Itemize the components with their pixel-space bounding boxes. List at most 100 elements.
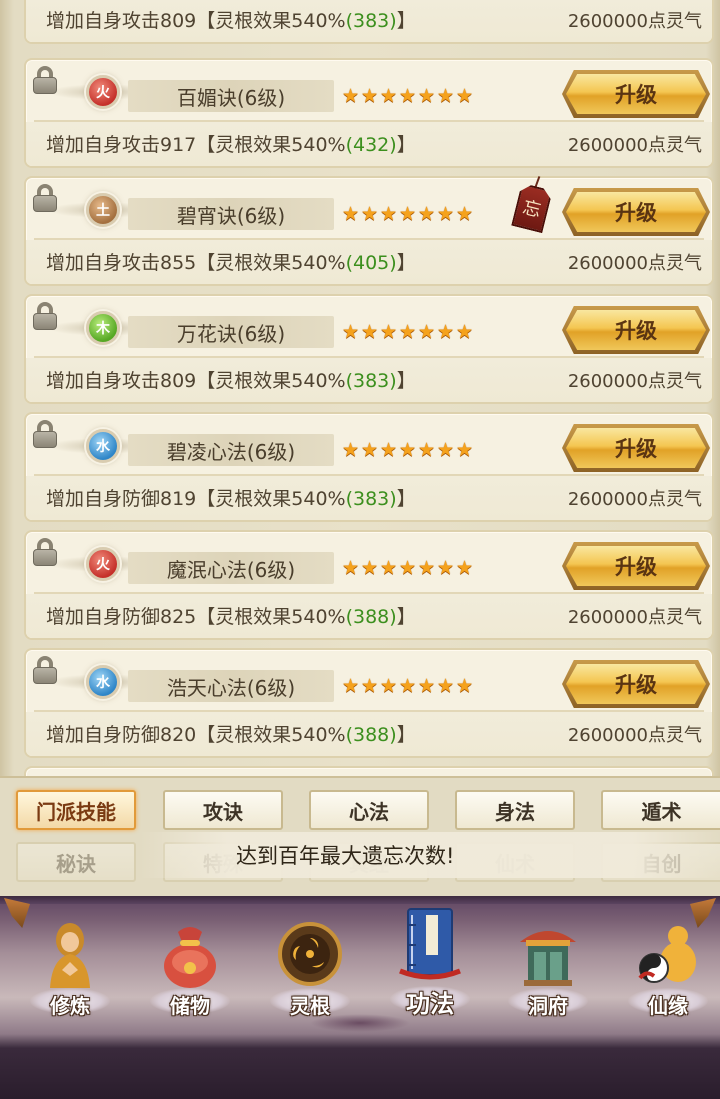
tab-escape[interactable]: 遁术 xyxy=(601,790,720,830)
pavilion-icon xyxy=(520,931,576,986)
star-icon: ★ xyxy=(342,321,360,343)
upgrade-cost: 2600000点灵气 xyxy=(567,253,702,274)
star-icon: ★ xyxy=(399,675,417,697)
tab-secret[interactable]: 秘诀 xyxy=(16,842,136,882)
fire-element-icon: 火 xyxy=(86,75,120,109)
star-icon: ★ xyxy=(437,557,455,579)
earth-element-icon: 土 xyxy=(86,193,120,227)
upgrade-cost: 2600000点灵气 xyxy=(567,135,702,156)
forget-tag-icon[interactable]: 忘 xyxy=(510,176,554,236)
upgrade-button[interactable]: 升级 xyxy=(566,664,706,704)
skill-effect-text: 增加自身攻击809【灵根效果540%(383)】 xyxy=(46,370,416,392)
skill-effect-text: 增加自身防御825【灵根效果540%(388)】 xyxy=(46,606,416,628)
lock-icon xyxy=(32,302,58,330)
star-icon: ★ xyxy=(399,439,417,461)
skill-effect-text: 增加自身攻击855【灵根效果540%(405)】 xyxy=(46,252,416,274)
skill-effect-text: 增加自身攻击917【灵根效果540%(432)】 xyxy=(46,134,416,156)
star-icon: ★ xyxy=(437,85,455,107)
skill-name: 浩天心法(6级) xyxy=(128,670,334,702)
meditating-figure-icon xyxy=(50,923,90,988)
tab-mind[interactable]: 心法 xyxy=(309,790,429,830)
skill-name: 百媚诀(6级) xyxy=(128,80,334,112)
water-element-icon: 水 xyxy=(86,429,120,463)
star-icon: ★ xyxy=(380,203,398,225)
upgrade-cost: 2600000点灵气 xyxy=(567,371,702,392)
nav-cave-dwelling[interactable]: 洞府 xyxy=(498,910,598,1020)
nav-techniques[interactable]: 功法 xyxy=(380,900,480,1018)
star-rating: ★ ★ ★ ★ ★ ★ ★ xyxy=(342,676,474,698)
star-icon: ★ xyxy=(361,675,379,697)
star-icon: ★ xyxy=(437,675,455,697)
lock-icon xyxy=(32,184,58,212)
star-rating: ★ ★ ★ ★ ★ ★ ★ xyxy=(342,558,474,580)
skill-card: 火 魔泯心法(6级) ★ ★ ★ ★ ★ ★ ★ 升级 增加自身防御825【灵根效果540%… xyxy=(24,530,714,640)
star-icon: ★ xyxy=(418,675,436,697)
nav-fortune[interactable]: 仙缘 xyxy=(618,910,718,1020)
tab-sect-skills[interactable]: 门派技能 xyxy=(16,790,136,830)
skill-effect-text: 增加自身防御819【灵根效果540%(383)】 xyxy=(46,488,416,510)
skill-effect-row: 增加自身攻击809【灵根效果540%(383)】 2600000点灵气 xyxy=(26,358,712,402)
upgrade-button[interactable]: 升级 xyxy=(566,310,706,350)
star-icon: ★ xyxy=(342,85,360,107)
skill-effect-row: 增加自身防御825【灵根效果540%(388)】 2600000点灵气 xyxy=(26,594,712,638)
skill-effect-row: 增加自身防御819【灵根效果540%(383)】 2600000点灵气 xyxy=(26,476,712,520)
fire-element-icon: 火 xyxy=(86,547,120,581)
skill-effect-row: 增加自身攻击855【灵根效果540%(405)】 2600000点灵气 xyxy=(26,240,712,284)
nav-cultivate[interactable]: 修炼 xyxy=(20,910,120,1020)
star-icon: ★ xyxy=(437,321,455,343)
lock-icon xyxy=(32,66,58,94)
upgrade-cost: 2600000点灵气 xyxy=(567,11,702,32)
star-icon: ★ xyxy=(380,557,398,579)
skill-effect-text: 增加自身攻击809【灵根效果540%(383)】 xyxy=(46,10,416,32)
star-icon: ★ xyxy=(399,321,417,343)
skill-effect-text: 增加自身防御820【灵根效果540%(388)】 xyxy=(46,724,416,746)
skill-name: 魔泯心法(6级) xyxy=(128,552,334,584)
star-icon: ★ xyxy=(399,203,417,225)
upgrade-cost: 2600000点灵气 xyxy=(567,725,702,746)
skill-card: 水 浩天心法(6级) ★ ★ ★ ★ ★ ★ ★ 升级 增加自身防御820【灵根效果540%… xyxy=(24,648,714,758)
upgrade-cost: 2600000点灵气 xyxy=(567,607,702,628)
tab-attack[interactable]: 攻诀 xyxy=(163,790,283,830)
star-icon: ★ xyxy=(418,439,436,461)
skill-name: 万花诀(6级) xyxy=(128,316,334,348)
star-icon: ★ xyxy=(361,203,379,225)
star-rating: ★ ★ ★ ★ ★ ★ ★ xyxy=(342,86,474,108)
star-rating: ★ ★ ★ ★ ★ ★ ★ xyxy=(342,204,474,226)
star-icon: ★ xyxy=(418,557,436,579)
toast-message: 达到百年最大遗忘次数! xyxy=(140,832,720,878)
skill-list[interactable]: 增加自身攻击809【灵根效果540%(383)】 2600000点灵气 火 百媚… xyxy=(0,0,720,776)
scripture-book-icon xyxy=(399,908,461,980)
skill-card: 水 碧凌心法(6级) ★ ★ ★ ★ ★ ★ ★ 升级 增加自身防御819【灵根效果540%… xyxy=(24,412,714,522)
skill-card: 火 百媚诀(6级) ★ ★ ★ ★ ★ ★ ★ 升级 增加自身攻击917【灵根效果540%(… xyxy=(24,58,714,168)
wood-element-icon: 木 xyxy=(86,311,120,345)
bottom-navigation: 修炼 储物 灵根 功法 洞府 仙缘 xyxy=(0,896,720,1099)
star-icon: ★ xyxy=(361,321,379,343)
upgrade-cost: 2600000点灵气 xyxy=(567,489,702,510)
star-icon: ★ xyxy=(456,321,474,343)
nav-storage[interactable]: 储物 xyxy=(140,910,240,1020)
upgrade-button[interactable]: 升级 xyxy=(566,74,706,114)
treasure-bag-icon xyxy=(164,927,216,988)
skill-effect-row: 增加自身攻击809【灵根效果540%(383)】 2600000点灵气 xyxy=(26,0,712,42)
upgrade-button[interactable]: 升级 xyxy=(566,428,706,468)
skill-card: 木 万花诀(6级) ★ ★ ★ ★ ★ ★ ★ 升级 增加自身攻击809【灵根效果540%(… xyxy=(24,294,714,404)
star-icon: ★ xyxy=(437,203,455,225)
upgrade-button[interactable]: 升级 xyxy=(566,546,706,586)
skill-effect-row: 增加自身防御820【灵根效果540%(388)】 2600000点灵气 xyxy=(26,712,712,756)
star-icon: ★ xyxy=(342,203,360,225)
tab-movement[interactable]: 身法 xyxy=(455,790,575,830)
star-icon: ★ xyxy=(380,321,398,343)
star-icon: ★ xyxy=(342,557,360,579)
star-icon: ★ xyxy=(456,675,474,697)
star-icon: ★ xyxy=(342,439,360,461)
upgrade-button[interactable]: 升级 xyxy=(566,192,706,232)
star-icon: ★ xyxy=(418,321,436,343)
star-icon: ★ xyxy=(456,85,474,107)
star-icon: ★ xyxy=(380,439,398,461)
skill-card: 土 碧宵诀(6级) ★ ★ ★ ★ ★ ★ ★ 忘 升级 增加自身攻击855【灵根效果540… xyxy=(24,176,714,286)
ornament xyxy=(310,1014,410,1032)
skill-effect-row: 增加自身攻击917【灵根效果540%(432)】 2600000点灵气 xyxy=(26,122,712,166)
gourd-yin-yang-icon xyxy=(638,926,696,983)
lock-icon xyxy=(32,538,58,566)
nav-spirit-root[interactable]: 灵根 xyxy=(260,910,360,1020)
